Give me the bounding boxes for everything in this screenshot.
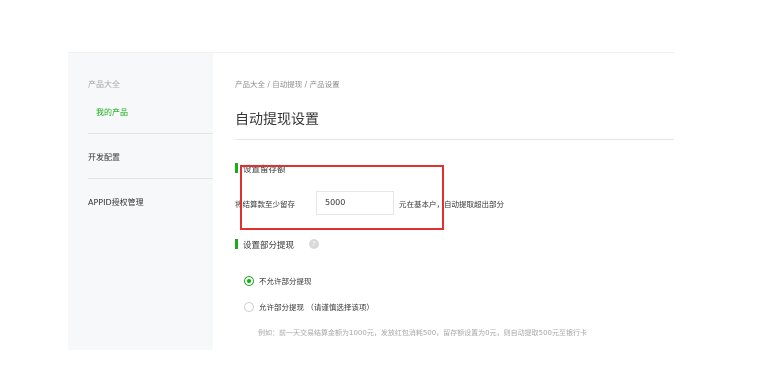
radio-disallow-partial[interactable]	[244, 276, 254, 286]
sidebar-divider	[88, 178, 213, 179]
highlight-annotation-box	[240, 165, 444, 230]
sidebar: 产品大全 我的产品 开发配置 APPID授权管理	[68, 53, 213, 350]
radio-disallow-partial-label[interactable]: 不允许部分提现	[259, 276, 312, 287]
section-accent-bar	[235, 239, 238, 249]
page-title: 自动提现设置	[235, 112, 319, 128]
sidebar-item-my-products[interactable]: 我的产品	[96, 107, 128, 118]
sidebar-group-title: 产品大全	[88, 80, 120, 89]
example-hint-text: 例如：前一天交易结算金额为1000元，发放红包消耗500，留存额设置为0元，则自…	[258, 329, 587, 337]
sidebar-divider	[88, 133, 213, 134]
question-circle-icon[interactable]: ?	[309, 239, 319, 249]
partial-section-title: 设置部分提现	[243, 241, 295, 251]
sidebar-item-appid-auth[interactable]: APPID授权管理	[88, 197, 144, 208]
radio-allow-partial-label[interactable]: 允许部分提现 （请谨慎选择该项）	[259, 302, 374, 313]
title-divider	[235, 139, 674, 140]
main-content: 产品大全 / 自动提现 / 产品设置 自动提现设置 设置留存额 将结算款至少留存…	[213, 53, 674, 350]
breadcrumb: 产品大全 / 自动提现 / 产品设置	[235, 80, 340, 89]
radio-allow-partial[interactable]	[244, 302, 254, 312]
sidebar-item-dev-config[interactable]: 开发配置	[88, 152, 120, 163]
section-accent-bar	[235, 163, 238, 173]
